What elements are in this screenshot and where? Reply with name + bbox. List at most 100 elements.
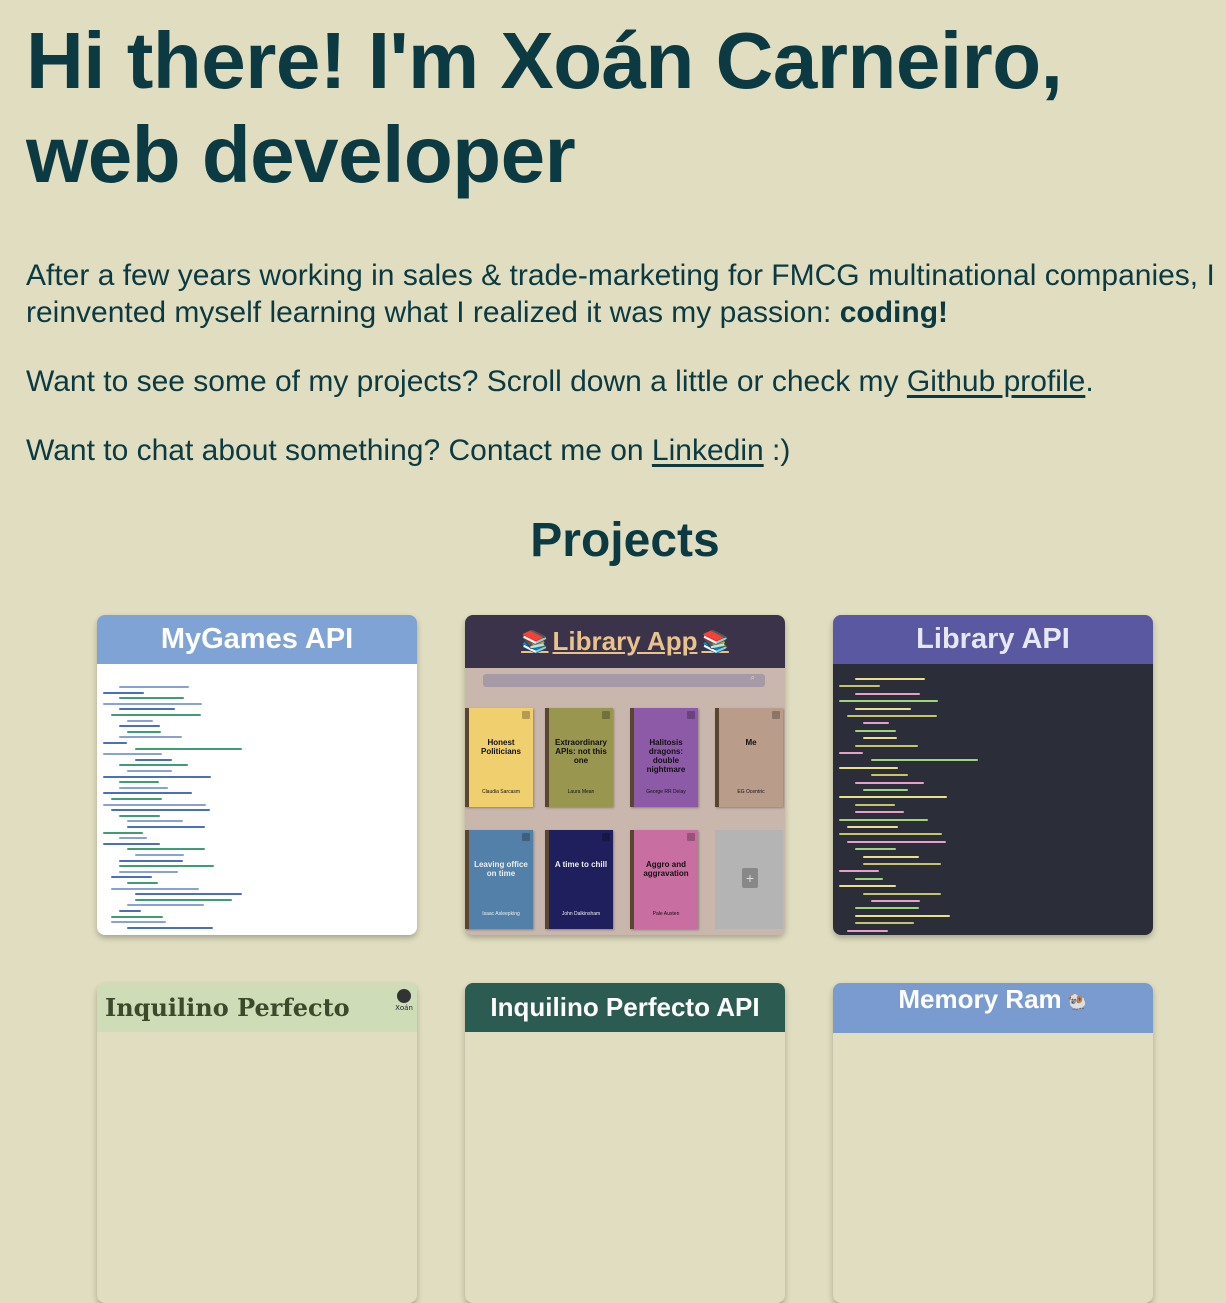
code-line: [839, 796, 947, 799]
linkedin-end: :): [763, 434, 791, 467]
linkedin-text: Want to chat about something? Contact me…: [26, 434, 652, 467]
code-line: [135, 758, 172, 761]
code-line: [119, 859, 183, 862]
code-line: [127, 820, 183, 823]
card-title-row[interactable]: 📚 Library App 📚: [465, 615, 785, 668]
card-screenshot: [833, 664, 1153, 935]
linkedin-link[interactable]: Linkedin: [652, 434, 764, 467]
project-card-inquilino-perfecto[interactable]: Inquilino Perfecto Xoán: [97, 983, 417, 1303]
code-line: [119, 708, 175, 711]
book-cover: A time to chill John Dalkinsham: [545, 830, 613, 929]
code-line: [119, 725, 160, 728]
add-file-icon: +: [742, 868, 758, 888]
logo-text: Xoán: [395, 1004, 413, 1012]
code-line: [103, 691, 144, 694]
project-card-library-api[interactable]: Library API: [833, 615, 1153, 935]
code-line: [111, 921, 166, 924]
intro-text: After a few years working in sales & tra…: [26, 259, 1215, 329]
code-line: [119, 786, 168, 789]
card-title[interactable]: MyGames API: [97, 615, 417, 664]
code-line: [127, 848, 205, 851]
project-card-mygames-api[interactable]: MyGames API: [97, 615, 417, 935]
card-title-row[interactable]: Inquilino Perfecto Xoán: [97, 983, 417, 1032]
code-line: [127, 826, 205, 828]
card-title: Inquilino Perfecto: [105, 993, 350, 1022]
code-line: [103, 831, 143, 834]
code-line: [127, 904, 204, 907]
code-line: [839, 818, 928, 821]
code-line: [127, 730, 161, 733]
card-title-row[interactable]: Memory Ram 🐏: [833, 983, 1153, 1033]
project-card-library-app[interactable]: 📚 Library App 📚 ⌕ Honest Politicians Clau…: [465, 615, 785, 935]
code-line: [135, 854, 184, 856]
code-line: [863, 892, 941, 895]
github-paragraph: Want to see some of my projects? Scroll …: [26, 363, 1216, 400]
book-cover: Leaving office on time Isaac Asleepking: [465, 830, 533, 929]
code-line: [855, 678, 925, 680]
logo-mark-icon: [397, 989, 411, 1003]
search-icon: ⌕: [750, 673, 755, 682]
code-line: [839, 885, 896, 888]
code-line: [839, 833, 942, 836]
projects-heading: Projects: [530, 514, 720, 567]
code-line: [119, 686, 189, 688]
github-text: Want to see some of my projects? Scroll …: [26, 365, 907, 398]
code-line: [103, 792, 192, 795]
code-line: [855, 729, 896, 732]
code-line: [855, 922, 914, 925]
book-title: Leaving office on time: [474, 860, 528, 878]
project-card-memory-ram[interactable]: Memory Ram 🐏: [833, 983, 1153, 1303]
book-author: Laura Mean: [567, 789, 595, 795]
book-badge-icon: [602, 711, 610, 719]
code-line: [103, 775, 211, 778]
code-line: [855, 744, 918, 747]
code-line: [135, 747, 242, 750]
book-badge-icon: [772, 711, 780, 719]
hero-title-line2: web developer: [26, 110, 576, 199]
code-line: [111, 809, 210, 812]
card-title[interactable]: Inquilino Perfecto API: [465, 983, 785, 1032]
book-badge-icon: [687, 833, 695, 841]
code-line: [871, 900, 920, 902]
book-cover: Me EG Ocentric: [715, 708, 783, 807]
code-line: [855, 692, 920, 695]
add-book-tile: +: [715, 830, 783, 929]
code-line: [103, 702, 202, 705]
card-title[interactable]: Library API: [833, 615, 1153, 664]
code-line: [847, 929, 888, 932]
project-card-inquilino-perfecto-api[interactable]: Inquilino Perfecto API: [465, 983, 785, 1303]
code-line: [135, 893, 242, 896]
code-line: [127, 882, 158, 884]
code-line: [847, 826, 898, 828]
book-cover: Extraordinary APIs: not this one Laura Me…: [545, 708, 613, 807]
code-line: [839, 870, 879, 873]
code-line: [855, 848, 896, 851]
book-cover: Honest Politicians Claudia Sarcasm: [465, 708, 533, 807]
code-line: [119, 736, 182, 739]
book-author: Isaac Asleepking: [482, 911, 520, 917]
code-line: [111, 798, 162, 800]
code-line: [127, 926, 213, 929]
code-line: [119, 697, 184, 700]
code-line: [119, 781, 159, 784]
books-icon: 📚: [521, 628, 549, 654]
code-line: [135, 898, 232, 901]
code-line: [103, 842, 160, 845]
card-screenshot: [97, 664, 417, 935]
book-cover: Halitosis dragons: double nightmare Georg…: [630, 708, 698, 807]
book-author: George RR Delay: [646, 789, 686, 795]
hero-title-line1: Hi there! I'm Xoán Carneiro,: [26, 16, 1063, 105]
ram-icon: 🐏: [1067, 994, 1088, 1011]
github-profile-link[interactable]: Github profile: [907, 365, 1085, 398]
book-badge-icon: [522, 833, 530, 841]
code-line: [855, 781, 924, 784]
book-title: Me: [745, 738, 757, 747]
code-line: [863, 737, 897, 740]
book-title: Honest Politicians: [480, 738, 521, 756]
code-line: [111, 887, 199, 890]
linkedin-paragraph: Want to chat about something? Contact me…: [26, 432, 1216, 469]
code-line: [119, 764, 188, 767]
code-line: [111, 915, 163, 918]
book-badge-icon: [602, 833, 610, 841]
code-line: [119, 910, 141, 912]
